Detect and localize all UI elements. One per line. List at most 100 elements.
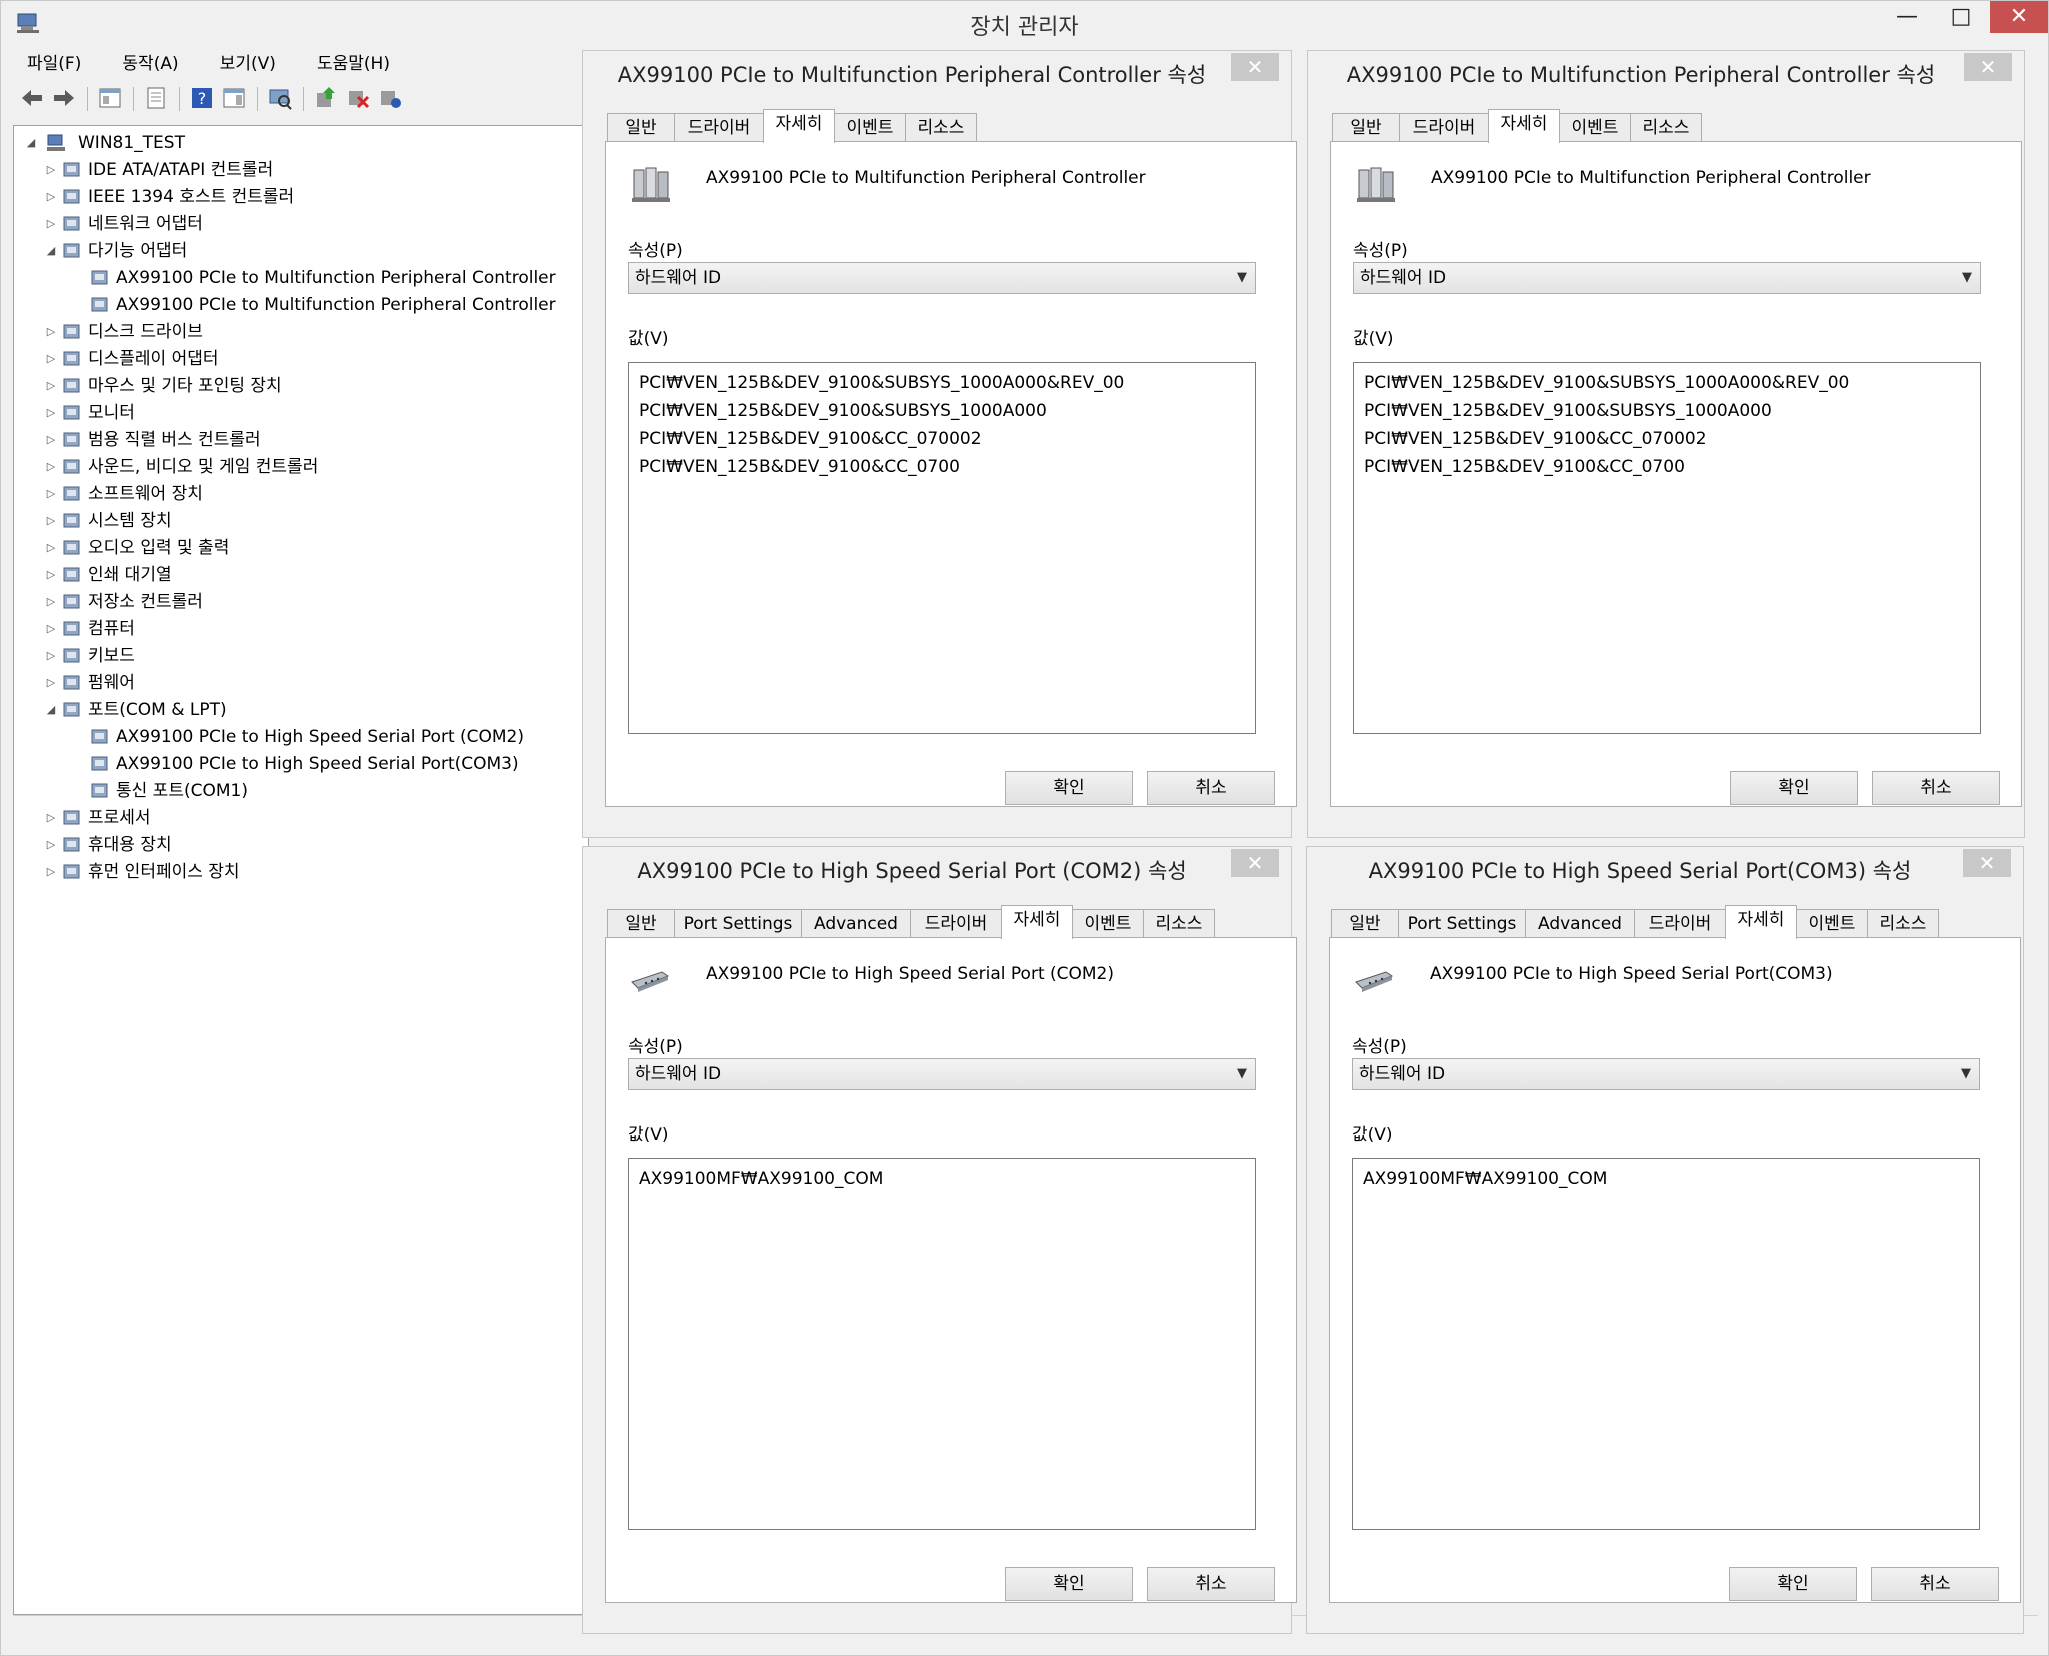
tree-category[interactable]: ▷ 저장소 컨트롤러 (14, 589, 574, 615)
tab-3[interactable]: 이벤트 (1559, 113, 1631, 141)
value-list[interactable]: AX99100MF₩AX99100_COM (1352, 1158, 1980, 1530)
tree-category[interactable]: ▷ 모니터 (14, 400, 574, 426)
value-item[interactable]: PCI₩VEN_125B&DEV_9100&SUBSYS_1000A000 (639, 397, 1245, 425)
tab-6[interactable]: 리소스 (1143, 909, 1215, 937)
cancel-button[interactable]: 취소 (1147, 771, 1275, 805)
cancel-button[interactable]: 취소 (1147, 1567, 1275, 1601)
tree-category[interactable]: ▷ IEEE 1394 호스트 컨트롤러 (14, 184, 574, 210)
tab-4[interactable]: 자세히 (1725, 905, 1797, 939)
update-driver-icon[interactable] (313, 85, 339, 111)
tab-4[interactable]: 리소스 (905, 113, 977, 141)
tree-category[interactable]: ▷ 오디오 입력 및 출력 (14, 535, 574, 561)
property-dropdown[interactable]: 하드웨어 ID ▼ (628, 262, 1256, 294)
tab-0[interactable]: 일반 (1331, 909, 1399, 937)
cancel-button[interactable]: 취소 (1871, 1567, 1999, 1601)
tree-category[interactable]: ▷ 휴먼 인터페이스 장치 (14, 859, 574, 885)
tree-category[interactable]: ▷ 디스플레이 어댑터 (14, 346, 574, 372)
expand-toggle-icon[interactable]: ▷ (44, 508, 58, 534)
tree-category[interactable]: ▷ 사운드, 비디오 및 게임 컨트롤러 (14, 454, 574, 480)
device-tree[interactable]: ◢ WIN81_TEST ▷ IDE ATA/ATAPI 컨트롤러 ▷ IEEE 13… (13, 125, 589, 1615)
tab-2[interactable]: Advanced (801, 909, 911, 937)
menu-file[interactable]: 파일(F) (27, 49, 81, 74)
expand-toggle-icon[interactable]: ▷ (44, 319, 58, 345)
expand-toggle-icon[interactable]: ▷ (44, 454, 58, 480)
expand-toggle-icon[interactable]: ▷ (44, 643, 58, 669)
tab-4[interactable]: 자세히 (1001, 905, 1073, 939)
value-item[interactable]: PCI₩VEN_125B&DEV_9100&SUBSYS_1000A000&RE… (1364, 369, 1970, 397)
tab-2[interactable]: Advanced (1525, 909, 1635, 937)
value-list[interactable]: AX99100MF₩AX99100_COM (628, 1158, 1256, 1530)
tree-device[interactable]: 통신 포트(COM1) (14, 778, 574, 804)
tab-0[interactable]: 일반 (607, 113, 675, 141)
menu-help[interactable]: 도움말(H) (317, 49, 390, 74)
tree-category[interactable]: ▷ IDE ATA/ATAPI 컨트롤러 (14, 157, 574, 183)
tree-category[interactable]: ▷ 마우스 및 기타 포인팅 장치 (14, 373, 574, 399)
expand-toggle-icon[interactable]: ▷ (44, 157, 58, 183)
tree-category[interactable]: ▷ 소프트웨어 장치 (14, 481, 574, 507)
tree-root[interactable]: ◢ WIN81_TEST (14, 130, 574, 156)
expand-toggle-icon[interactable]: ▷ (44, 589, 58, 615)
tree-category[interactable]: ▷ 컴퓨터 (14, 616, 574, 642)
tree-device[interactable]: AX99100 PCIe to Multifunction Peripheral… (14, 265, 574, 291)
tree-category[interactable]: ▷ 네트워크 어댑터 (14, 211, 574, 237)
expand-toggle-icon[interactable]: ▷ (44, 616, 58, 642)
collapse-toggle-icon[interactable]: ◢ (24, 130, 38, 156)
property-dropdown[interactable]: 하드웨어 ID ▼ (1353, 262, 1981, 294)
tab-3[interactable]: 이벤트 (834, 113, 906, 141)
expand-toggle-icon[interactable]: ▷ (44, 427, 58, 453)
tab-4[interactable]: 리소스 (1630, 113, 1702, 141)
expand-toggle-icon[interactable]: ▷ (44, 373, 58, 399)
collapse-toggle-icon[interactable]: ◢ (44, 238, 58, 264)
tree-category[interactable]: ▷ 프로세서 (14, 805, 574, 831)
collapse-toggle-icon[interactable]: ◢ (44, 697, 58, 723)
menu-view[interactable]: 보기(V) (220, 49, 276, 74)
value-item[interactable]: PCI₩VEN_125B&DEV_9100&CC_0700 (639, 453, 1245, 481)
value-item[interactable]: PCI₩VEN_125B&DEV_9100&SUBSYS_1000A000 (1364, 397, 1970, 425)
forward-icon[interactable] (51, 85, 77, 111)
value-list[interactable]: PCI₩VEN_125B&DEV_9100&SUBSYS_1000A000&RE… (628, 362, 1256, 734)
tab-3[interactable]: 드라이버 (1634, 909, 1726, 937)
value-list[interactable]: PCI₩VEN_125B&DEV_9100&SUBSYS_1000A000&RE… (1353, 362, 1981, 734)
value-item[interactable]: PCI₩VEN_125B&DEV_9100&CC_0700 (1364, 453, 1970, 481)
scan-hardware-icon[interactable] (267, 85, 293, 111)
action-pane-icon[interactable] (221, 85, 247, 111)
property-dropdown[interactable]: 하드웨어 ID ▼ (628, 1058, 1256, 1090)
enable-device-icon[interactable] (377, 85, 403, 111)
tab-3[interactable]: 드라이버 (910, 909, 1002, 937)
tab-1[interactable]: 드라이버 (1399, 113, 1489, 141)
tab-1[interactable]: Port Settings (1398, 909, 1526, 937)
cancel-button[interactable]: 취소 (1872, 771, 2000, 805)
ok-button[interactable]: 확인 (1005, 771, 1133, 805)
value-item[interactable]: AX99100MF₩AX99100_COM (639, 1165, 1245, 1193)
menu-action[interactable]: 동작(A) (122, 49, 178, 74)
tree-device[interactable]: AX99100 PCIe to High Speed Serial Port(C… (14, 751, 574, 777)
dialog-close-button[interactable]: ✕ (1231, 849, 1279, 877)
tree-category[interactable]: ▷ 디스크 드라이브 (14, 319, 574, 345)
expand-toggle-icon[interactable]: ▷ (44, 859, 58, 885)
tab-6[interactable]: 리소스 (1867, 909, 1939, 937)
expand-toggle-icon[interactable]: ▷ (44, 346, 58, 372)
value-item[interactable]: PCI₩VEN_125B&DEV_9100&CC_070002 (639, 425, 1245, 453)
maximize-button[interactable]: □ (1938, 1, 1984, 33)
tree-category[interactable]: ◢ 포트(COM & LPT) (14, 697, 574, 723)
back-icon[interactable] (19, 85, 45, 111)
tree-category[interactable]: ▷ 시스템 장치 (14, 508, 574, 534)
dialog-close-button[interactable]: ✕ (1964, 53, 2012, 81)
tab-2[interactable]: 자세히 (1488, 109, 1560, 143)
ok-button[interactable]: 확인 (1729, 1567, 1857, 1601)
close-button[interactable]: ✕ (1990, 1, 2048, 33)
tab-2[interactable]: 자세히 (763, 109, 835, 143)
tree-category[interactable]: ▷ 키보드 (14, 643, 574, 669)
value-item[interactable]: PCI₩VEN_125B&DEV_9100&CC_070002 (1364, 425, 1970, 453)
minimize-button[interactable]: — (1884, 1, 1930, 33)
tree-category[interactable]: ▷ 펌웨어 (14, 670, 574, 696)
tree-device[interactable]: AX99100 PCIe to High Speed Serial Port (… (14, 724, 574, 750)
dialog-close-button[interactable]: ✕ (1963, 849, 2011, 877)
help-icon[interactable]: ? (189, 85, 215, 111)
tree-category[interactable]: ◢ 다기능 어댑터 (14, 238, 574, 264)
dialog-close-button[interactable]: ✕ (1231, 53, 1279, 81)
expand-toggle-icon[interactable]: ▷ (44, 670, 58, 696)
show-hide-console-tree-icon[interactable] (97, 85, 123, 111)
tab-5[interactable]: 이벤트 (1796, 909, 1868, 937)
value-item[interactable]: AX99100MF₩AX99100_COM (1363, 1165, 1969, 1193)
